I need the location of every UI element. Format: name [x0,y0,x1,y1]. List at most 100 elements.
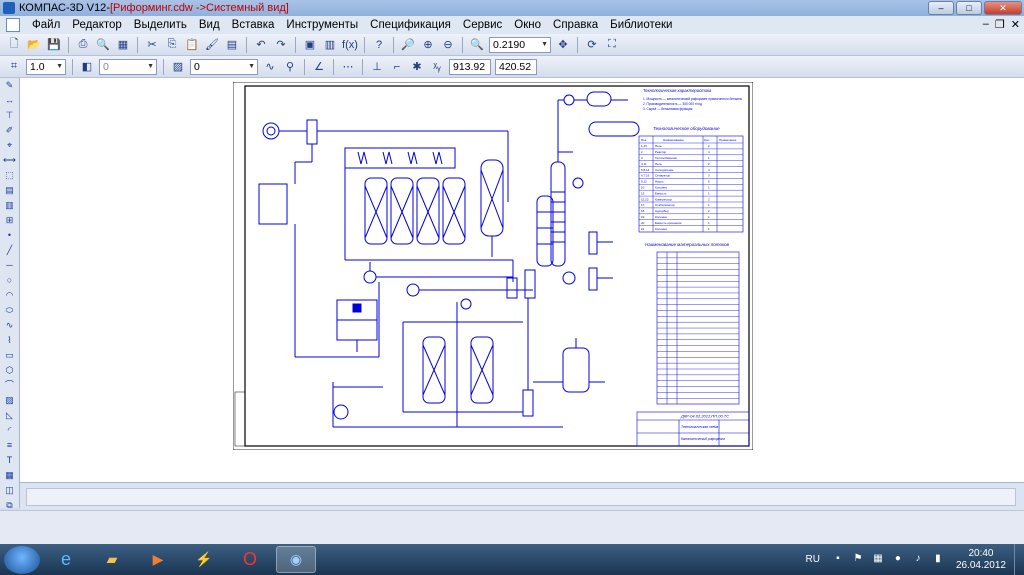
measure-icon[interactable]: ⟷ [3,154,17,167]
macro-icon[interactable]: ◫ [3,484,17,497]
snap-magnet-icon[interactable]: ∿ [261,58,279,76]
text-icon[interactable]: T [3,454,17,467]
properties-field[interactable] [26,488,1016,506]
variables-icon[interactable]: ▥ [321,36,339,54]
style-select[interactable]: 0 ▼ [190,58,258,75]
redo-icon[interactable]: ↷ [272,36,290,54]
edit-icon[interactable]: ✐ [3,124,17,137]
params-icon[interactable]: ⌖ [3,139,17,152]
power-icon[interactable]: ▮ [931,553,945,567]
properties-icon[interactable]: ▦ [114,36,132,54]
zoom-window-icon[interactable]: 🔎 [399,36,417,54]
start-button[interactable] [4,545,40,574]
menu-specification[interactable]: Спецификация [364,19,457,31]
insert-icon[interactable]: ⊞ [3,214,17,227]
polygon-icon[interactable]: ⬡ [3,364,17,377]
point-icon[interactable]: • [3,229,17,242]
explorer-taskbar-icon[interactable]: ▰ [92,546,132,573]
menu-help[interactable]: Справка [547,19,604,31]
rectangle-icon[interactable]: ▭ [3,349,17,362]
refresh-view-icon[interactable]: ⟳ [583,36,601,54]
equidistant-icon[interactable]: ≡ [3,439,17,452]
layer-select[interactable]: 0 ▼ [99,58,157,75]
auxline-icon[interactable]: ─ [3,259,17,272]
language-indicator[interactable]: RU [805,554,819,565]
zoom-scale-icon[interactable]: 🔍 [468,36,486,54]
zoom-in-icon[interactable]: ⊕ [419,36,437,54]
ellipse-icon[interactable]: ⬭ [3,304,17,317]
winamp-taskbar-icon[interactable]: ⚡ [184,546,224,573]
arc-icon[interactable]: ◠ [3,289,17,302]
doc-close-icon[interactable]: ✕ [1011,18,1020,31]
menu-service[interactable]: Сервис [457,19,508,31]
volume-icon[interactable]: ♪ [911,553,925,567]
manager-icon[interactable]: ▣ [301,36,319,54]
dimensions-icon[interactable]: ↔ [3,94,17,107]
coord-y-field[interactable]: 420.52 [495,58,537,75]
format-paint-icon[interactable]: 🖌 [203,36,221,54]
zoom-select[interactable]: 0.2190 ▼ [489,36,551,53]
layer-icon[interactable]: ◧ [78,58,96,76]
open-folder-icon[interactable]: 📂 [25,36,43,54]
clock[interactable]: 20:40 26.04.2012 [956,548,1006,572]
new-document-icon[interactable]: 🗋 [5,36,23,54]
circle-icon[interactable]: ○ [3,274,17,287]
show-all-icon[interactable]: ⛶ [603,36,621,54]
local-snap-icon[interactable]: ⚲ [281,58,299,76]
copy-icon[interactable]: ⎘ [163,36,181,54]
symbols-icon[interactable]: ⊤ [3,109,17,122]
round-icon[interactable]: ⌐ [388,58,406,76]
table-icon[interactable]: ▦ [3,469,17,482]
close-button[interactable]: ✕ [984,1,1022,15]
spec-icon[interactable]: ▤ [3,184,17,197]
select-icon[interactable]: ⬚ [3,169,17,182]
chamfer-icon[interactable]: ◺ [3,409,17,422]
grid-icon[interactable]: ⋯ [339,58,357,76]
reports-icon[interactable]: ▥ [3,199,17,212]
network-icon[interactable]: ▦ [871,553,885,567]
menu-editor[interactable]: Редактор [66,19,128,31]
undo-icon[interactable]: ↶ [252,36,270,54]
spline-icon[interactable]: ∿ [3,319,17,332]
snap-icon[interactable]: ⌗ [5,58,23,76]
style-icon[interactable]: ▨ [169,58,187,76]
ie-taskbar-icon[interactable]: e [46,546,86,573]
print-preview-icon[interactable]: 🔍 [94,36,112,54]
maximize-button[interactable]: □ [956,1,982,15]
geometry-icon[interactable]: ✎ [3,79,17,92]
opera-taskbar-icon[interactable]: O [230,546,270,573]
cut-icon[interactable]: ✂ [143,36,161,54]
print-icon[interactable]: ⎙ [74,36,92,54]
hatch-icon[interactable]: ▨ [3,394,17,407]
show-desktop-button[interactable] [1014,544,1024,575]
kompas-app-icon[interactable] [3,2,15,14]
menu-select[interactable]: Выделить [128,19,193,31]
menu-view[interactable]: Вид [193,19,226,31]
fillet-icon[interactable]: ◜ [3,424,17,437]
paste-icon[interactable]: 📋 [183,36,201,54]
flag-icon[interactable]: ⚑ [851,553,865,567]
menu-window[interactable]: Окно [508,19,547,31]
doc-minimize-icon[interactable]: – [983,18,989,31]
doc-restore-icon[interactable]: ❐ [995,18,1005,31]
menu-insert[interactable]: Вставка [226,19,281,31]
save-icon[interactable]: 💾 [45,36,63,54]
polyline-icon[interactable]: ⌇ [3,334,17,347]
media-player-taskbar-icon[interactable]: ▶ [138,546,178,573]
shield-icon[interactable]: ● [891,553,905,567]
document-icon[interactable] [6,18,20,32]
usb-icon[interactable]: ▪ [831,553,845,567]
menu-tools[interactable]: Инструменты [280,19,364,31]
coord-x-field[interactable]: 913.92 [449,58,491,75]
zoom-out-icon[interactable]: ⊖ [439,36,457,54]
menu-libraries[interactable]: Библиотеки [604,19,678,31]
minimize-button[interactable]: – [928,1,954,15]
segment-icon[interactable]: ╱ [3,244,17,257]
function-icon[interactable]: f(x) [341,36,359,54]
library-icon[interactable]: ▤ [223,36,241,54]
coordinates-icon[interactable]: ✱ [408,58,426,76]
drawing-canvas[interactable]: Технологическая характеристика 1. Мощнос… [20,78,1024,482]
pan-icon[interactable]: ✥ [554,36,572,54]
contour-icon[interactable]: ⌒ [3,379,17,392]
ortho-icon[interactable]: ⊥ [368,58,386,76]
